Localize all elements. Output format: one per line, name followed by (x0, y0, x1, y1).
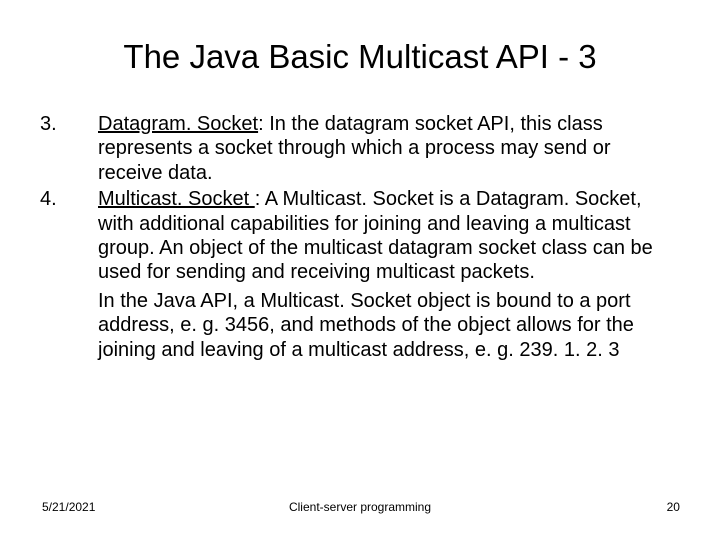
list-item: 4. Multicast. Socket : A Multicast. Sock… (40, 187, 680, 285)
slide: The Java Basic Multicast API - 3 3. Data… (0, 0, 720, 540)
footer: 5/21/2021 Client-server programming 20 (0, 500, 720, 514)
continuation-text: In the Java API, a Multicast. Socket obj… (98, 289, 680, 362)
item-term: Datagram. Socket (98, 113, 258, 135)
slide-title: The Java Basic Multicast API - 3 (0, 38, 720, 76)
item-term: Multicast. Socket (98, 188, 255, 210)
item-text: Datagram. Socket: In the datagram socket… (98, 112, 680, 185)
slide-body: 3. Datagram. Socket: In the datagram soc… (0, 76, 720, 362)
footer-page: 20 (482, 500, 720, 514)
item-number: 3. (40, 112, 98, 185)
item-text: Multicast. Socket : A Multicast. Socket … (98, 187, 680, 285)
footer-title: Client-server programming (238, 500, 483, 514)
list-item: 3. Datagram. Socket: In the datagram soc… (40, 112, 680, 185)
item-number: 4. (40, 187, 98, 285)
footer-date: 5/21/2021 (0, 500, 238, 514)
